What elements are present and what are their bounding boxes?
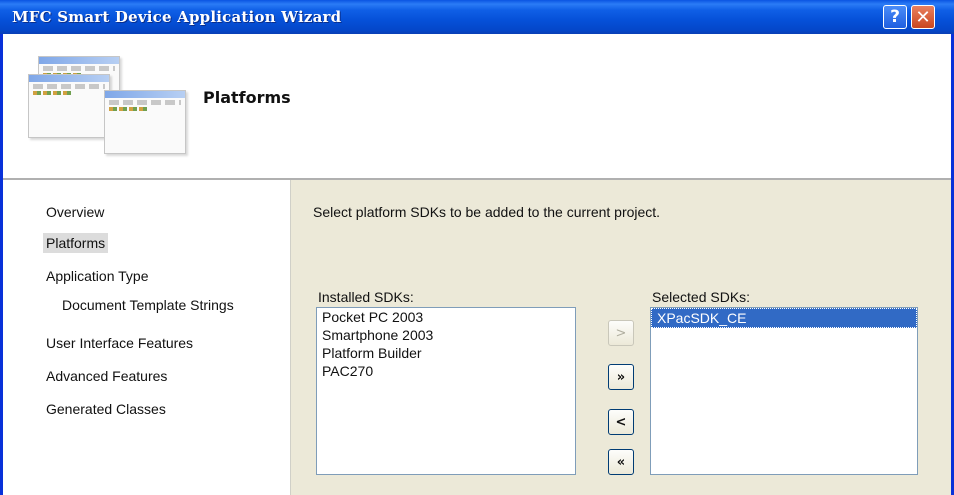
help-button[interactable]: ? bbox=[883, 5, 907, 29]
list-item-selected[interactable]: XPacSDK_CE bbox=[651, 308, 917, 328]
chevron-left-icon: < bbox=[615, 414, 627, 430]
nav-item-document-template-strings[interactable]: Document Template Strings bbox=[62, 297, 234, 313]
nav-item-platforms[interactable]: Platforms bbox=[43, 233, 109, 253]
wizard-window: MFC Smart Device Application Wizard ? ✕ … bbox=[0, 0, 954, 495]
add-sdk-button[interactable]: > bbox=[608, 320, 634, 346]
nav-item-overview[interactable]: Overview bbox=[46, 204, 104, 220]
mini-window-icon bbox=[28, 74, 110, 138]
list-item[interactable]: Platform Builder bbox=[317, 344, 575, 362]
selected-sdks-label: Selected SDKs: bbox=[652, 289, 751, 305]
add-all-sdks-button[interactable]: » bbox=[608, 364, 634, 390]
nav-item-user-interface-features[interactable]: User Interface Features bbox=[46, 335, 193, 351]
chevron-right-icon: > bbox=[615, 325, 627, 341]
wizard-graphic-icon bbox=[28, 56, 198, 156]
mini-window-icon bbox=[104, 90, 186, 154]
nav-item-generated-classes[interactable]: Generated Classes bbox=[46, 401, 166, 417]
list-item[interactable]: Smartphone 2003 bbox=[317, 326, 575, 344]
wizard-navigation: Overview Platforms Application Type Docu… bbox=[3, 180, 291, 495]
list-item[interactable]: Pocket PC 2003 bbox=[317, 308, 575, 326]
remove-all-sdks-button[interactable]: « bbox=[608, 449, 634, 475]
nav-item-advanced-features[interactable]: Advanced Features bbox=[46, 368, 167, 384]
platforms-panel: Select platform SDKs to be added to the … bbox=[292, 180, 951, 495]
double-chevron-right-icon: » bbox=[616, 369, 626, 385]
close-button[interactable]: ✕ bbox=[911, 5, 935, 29]
help-icon: ? bbox=[890, 7, 900, 27]
window-title: MFC Smart Device Application Wizard bbox=[12, 8, 342, 26]
installed-sdks-list[interactable]: Pocket PC 2003 Smartphone 2003 Platform … bbox=[316, 307, 576, 475]
close-icon: ✕ bbox=[915, 6, 931, 28]
wizard-header: Platforms bbox=[3, 34, 951, 180]
nav-item-application-type[interactable]: Application Type bbox=[46, 268, 148, 284]
selected-sdks-list[interactable]: XPacSDK_CE bbox=[650, 307, 918, 475]
instruction-text: Select platform SDKs to be added to the … bbox=[313, 204, 661, 220]
double-chevron-left-icon: « bbox=[616, 454, 626, 470]
title-bar[interactable]: MFC Smart Device Application Wizard ? ✕ bbox=[0, 0, 954, 34]
remove-sdk-button[interactable]: < bbox=[608, 409, 634, 435]
installed-sdks-label: Installed SDKs: bbox=[318, 289, 414, 305]
page-title: Platforms bbox=[203, 88, 291, 107]
list-item[interactable]: PAC270 bbox=[317, 362, 575, 380]
